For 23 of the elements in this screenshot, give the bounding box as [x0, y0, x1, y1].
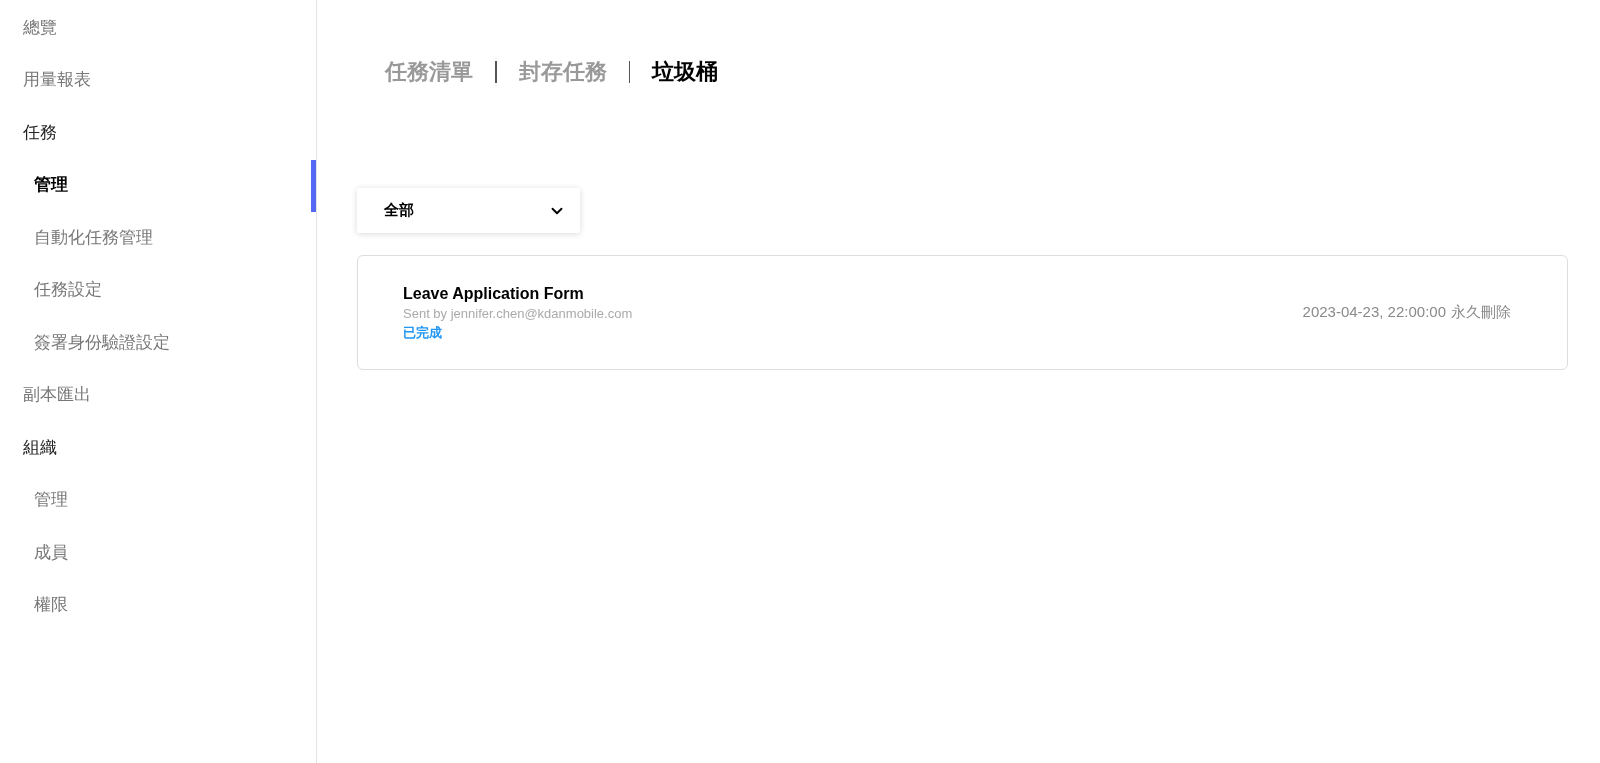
active-indicator: [311, 159, 316, 212]
sidebar-item[interactable]: 權限: [34, 592, 68, 618]
task-sender: Sent by jennifer.chen@kdanmobile.com: [403, 304, 633, 323]
tab[interactable]: 垃圾桶: [652, 55, 718, 88]
filter-dropdown[interactable]: 全部: [357, 188, 580, 233]
sidebar-item[interactable]: 總覽: [23, 14, 57, 40]
sidebar-item[interactable]: 簽署身份驗證設定: [34, 329, 170, 355]
task-status: 已完成: [403, 323, 443, 342]
sidebar-item[interactable]: 任務: [23, 119, 57, 145]
tab[interactable]: 任務清單: [385, 55, 473, 88]
tab[interactable]: 封存任務: [518, 55, 607, 88]
sidebar-item[interactable]: 自動化任務管理: [34, 224, 153, 250]
sidebar-item[interactable]: 管理: [34, 172, 68, 198]
sidebar-item[interactable]: 副本匯出: [23, 382, 91, 408]
task-date: 2023-04-23, 22:00:00: [1302, 302, 1446, 323]
sidebar-item[interactable]: 組織: [23, 434, 57, 460]
delete-permanently-link[interactable]: 永久刪除: [1451, 301, 1511, 324]
sidebar-item[interactable]: 成員: [34, 539, 68, 565]
sidebar-item[interactable]: 任務設定: [34, 277, 102, 303]
task-title: Leave Application Form: [403, 283, 585, 304]
task-card[interactable]: Leave Application Form Sent by jennifer.chen@kdanmobile.com 已完成 2023-04-23, 22:00:00 永久刪除: [357, 255, 1568, 370]
sidebar-item[interactable]: 管理: [34, 487, 68, 513]
sidebar-item[interactable]: 用量報表: [23, 67, 91, 93]
